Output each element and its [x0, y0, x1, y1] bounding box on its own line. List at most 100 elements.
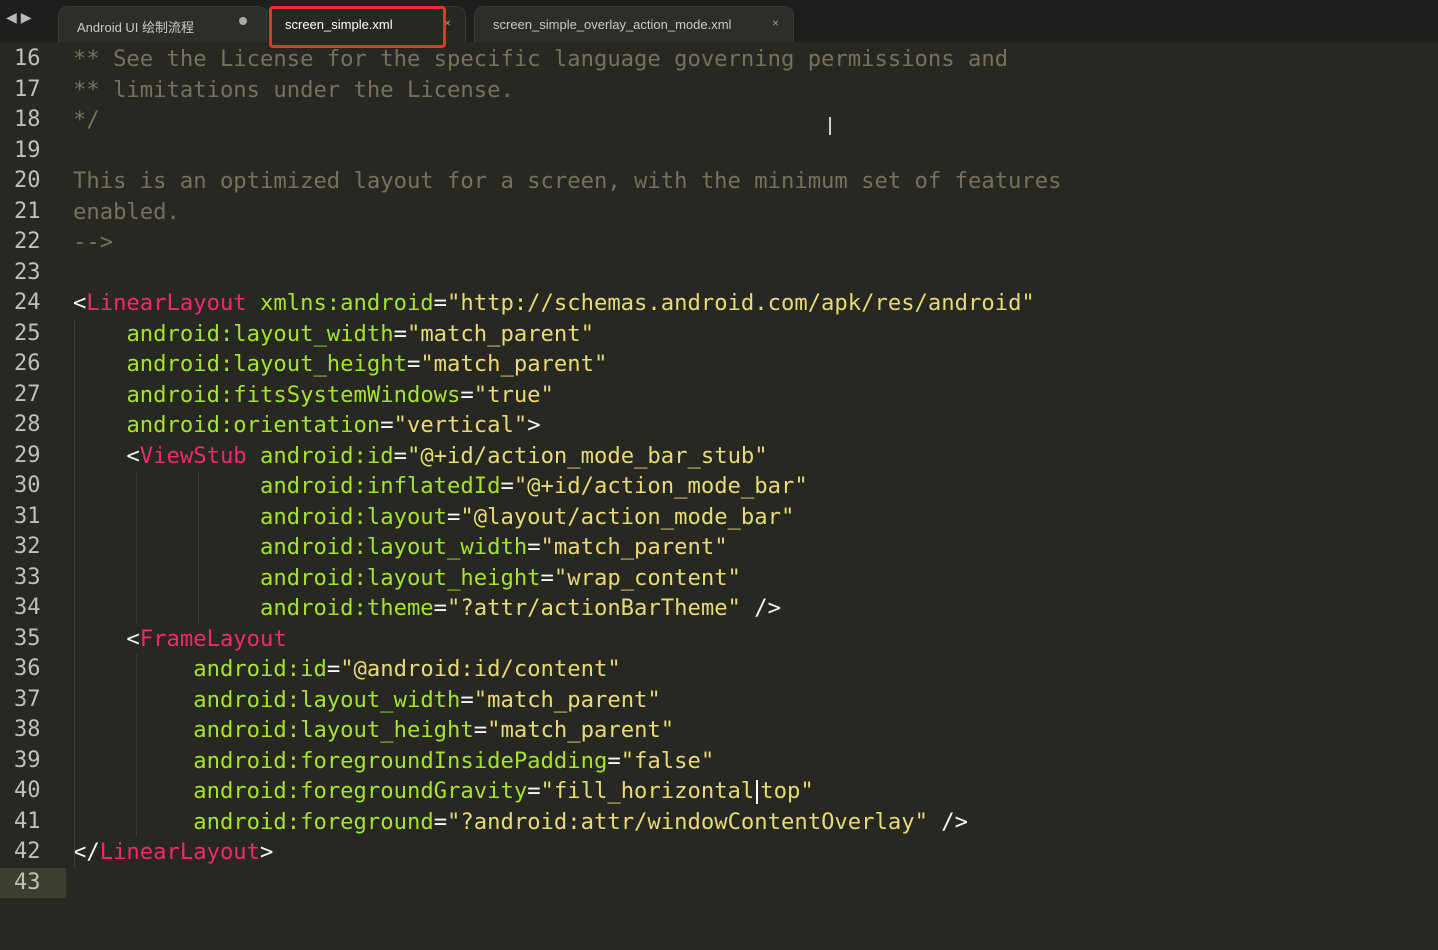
code-text[interactable]: android:foregroundInsidePadding="false"	[73, 746, 714, 777]
chevron-left-icon[interactable]: ◀	[6, 10, 21, 26]
code-text[interactable]: android:foreground="?android:attr/window…	[73, 807, 968, 838]
code-text[interactable]: android:theme="?attr/actionBarTheme" />	[73, 593, 781, 624]
code-text[interactable]: </LinearLayout>	[73, 837, 273, 868]
code-line[interactable]: 37 android:layout_width="match_parent"	[0, 685, 1438, 716]
code-line[interactable]: 18 */	[0, 105, 1438, 136]
code-token: "vertical"	[393, 412, 528, 438]
code-line[interactable]: 42 </LinearLayout>	[0, 837, 1438, 868]
code-line[interactable]: 21 enabled.	[0, 197, 1438, 228]
code-line[interactable]: 35 <FrameLayout	[0, 624, 1438, 655]
code-text[interactable]: android:fitsSystemWindows="true"	[73, 380, 554, 411]
code-line[interactable]: 33 android:layout_height="wrap_content"	[0, 563, 1438, 594]
code-token: "match_parent"	[473, 686, 661, 713]
code-token: ViewStub	[139, 442, 247, 469]
code-token: android:layout_height	[126, 351, 407, 377]
code-token: =	[433, 808, 448, 835]
line-number: 20	[14, 168, 41, 193]
code-token: "true"	[473, 381, 554, 408]
code-token: FrameLayout	[139, 625, 287, 652]
line-number: 16	[14, 46, 41, 71]
code-token: "match_parent"	[406, 320, 594, 347]
code-text[interactable]: android:id="@android:id/content"	[73, 654, 620, 685]
line-number: 22	[14, 229, 41, 254]
code-line[interactable]: 25 android:layout_width="match_parent"	[0, 319, 1438, 350]
code-editor[interactable]: 16 ** See the License for the specific la…	[0, 44, 1438, 950]
code-line[interactable]: 30 android:inflatedId="@+id/action_mode_…	[0, 471, 1438, 502]
code-token: =	[393, 442, 407, 469]
line-number: 29	[14, 442, 41, 468]
code-token: ** limitations under the License.	[73, 76, 514, 103]
code-text[interactable]: android:inflatedId="@+id/action_mode_bar…	[73, 471, 808, 502]
code-text[interactable]: android:layout_height="wrap_content"	[73, 563, 741, 594]
code-line[interactable]: 24 <LinearLayout xmlns:android="http://sc…	[0, 288, 1438, 319]
code-line[interactable]: 27 android:fitsSystemWindows="true"	[0, 380, 1438, 411]
code-text[interactable]: android:layout_height="match_parent"	[73, 715, 674, 746]
line-number: 27	[14, 381, 41, 407]
code-text[interactable]: ** limitations under the License.	[73, 75, 514, 106]
code-text[interactable]: <ViewStub android:id="@+id/action_mode_b…	[73, 441, 768, 472]
code-text[interactable]: android:layout_width="match_parent"	[73, 532, 728, 563]
code-line[interactable]: 32 android:layout_width="match_parent"	[0, 532, 1438, 563]
code-line[interactable]: 20 This is an optimized layout for a scre…	[0, 166, 1438, 197]
close-icon[interactable]: ×	[772, 16, 779, 30]
code-text[interactable]: enabled.	[73, 197, 180, 228]
code-token: =	[393, 320, 407, 347]
tab-android-ui[interactable]: Android UI 绘制流程	[58, 6, 268, 42]
indent-guide	[136, 471, 137, 624]
code-token: "match_parent"	[420, 351, 608, 377]
code-text[interactable]: <FrameLayout	[73, 624, 287, 655]
code-text[interactable]: */	[73, 105, 100, 136]
code-line[interactable]: 40 android:foregroundGravity="fill_horiz…	[0, 776, 1438, 807]
code-text[interactable]: android:layout_width="match_parent"	[73, 685, 661, 716]
code-line[interactable]: 16 ** See the License for the specific la…	[0, 44, 1438, 75]
code-line[interactable]: 28 android:orientation="vertical">	[0, 410, 1438, 441]
code-token: */	[73, 107, 100, 133]
code-line[interactable]: 39 android:foregroundInsidePadding="fals…	[0, 746, 1438, 777]
code-line[interactable]: 23	[0, 258, 1438, 289]
code-token: android:layout_width	[126, 320, 394, 347]
code-text[interactable]: -->	[73, 227, 113, 258]
line-number: 18	[14, 107, 41, 132]
code-line[interactable]: 19	[0, 136, 1438, 167]
code-token: android:foreground	[193, 808, 434, 835]
code-token: "http://schemas.android.com/apk/res/andr…	[447, 290, 1035, 316]
code-text[interactable]: android:layout_width="match_parent"	[73, 319, 594, 350]
code-text[interactable]: <LinearLayout xmlns:android="http://sche…	[73, 288, 1035, 319]
code-token: =	[406, 351, 421, 377]
code-token: android:layout_width	[260, 534, 528, 560]
tab-nav-arrows[interactable]: ◀▶	[6, 10, 36, 26]
code-line[interactable]: 34 android:theme="?attr/actionBarTheme" …	[0, 593, 1438, 624]
code-line[interactable]: 26 android:layout_height="match_parent"	[0, 349, 1438, 380]
code-token: "@+id/action_mode_bar_stub"	[406, 442, 768, 469]
code-token: </	[73, 839, 100, 865]
unsaved-dot-icon[interactable]	[239, 17, 247, 25]
chevron-right-icon[interactable]: ▶	[21, 10, 36, 26]
code-text[interactable]: This is an optimized layout for a screen…	[73, 166, 1062, 197]
code-text[interactable]: android:layout_height="match_parent"	[73, 349, 607, 380]
code-line[interactable]: 41 android:foreground="?android:attr/win…	[0, 807, 1438, 838]
code-token: =	[433, 290, 448, 316]
code-text[interactable]: android:orientation="vertical">	[73, 410, 540, 441]
code-text[interactable]: android:foregroundGravity="fill_horizont…	[73, 776, 813, 807]
indent-guide	[198, 471, 199, 624]
code-line[interactable]: 22 -->	[0, 227, 1438, 258]
code-token: =	[433, 595, 448, 621]
code-line[interactable]: 17 ** limitations under the License.	[0, 75, 1438, 106]
code-token: "?attr/actionBarTheme"	[447, 595, 741, 621]
code-line[interactable]: 36 android:id="@android:id/content"	[0, 654, 1438, 685]
code-text[interactable]: ** See the License for the specific lang…	[73, 44, 1008, 75]
code-text[interactable]: android:layout="@layout/action_mode_bar"	[73, 502, 794, 533]
indent-guide	[74, 318, 75, 868]
code-line[interactable]: 38 android:layout_height="match_parent"	[0, 715, 1438, 746]
code-line[interactable]: 31 android:layout="@layout/action_mode_b…	[0, 502, 1438, 533]
code-token: <	[73, 442, 140, 469]
code-line[interactable]: 29 <ViewStub android:id="@+id/action_mod…	[0, 441, 1438, 472]
tab-screen-simple-overlay[interactable]: screen_simple_overlay_action_mode.xml ×	[474, 6, 794, 42]
code-line[interactable]: 43	[0, 867, 1438, 898]
